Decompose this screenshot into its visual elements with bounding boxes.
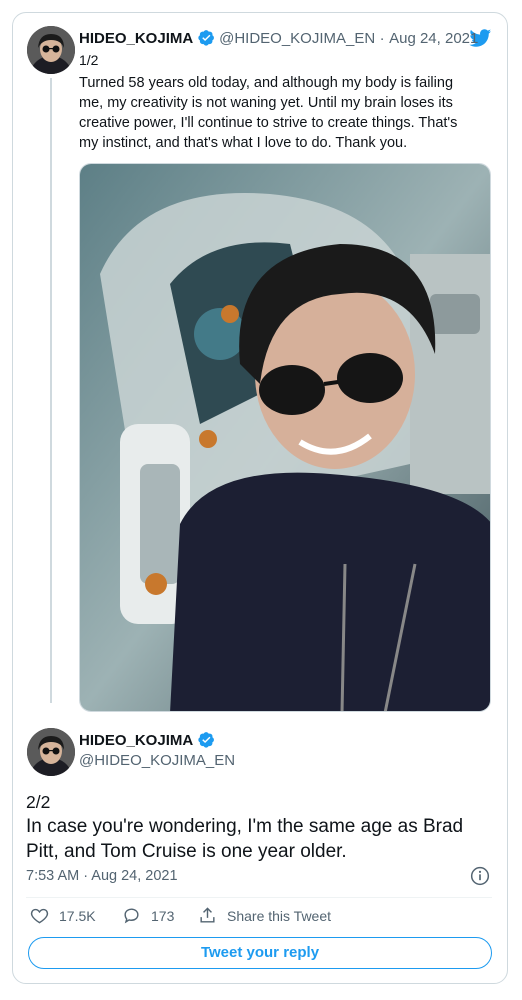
share-label: Share this Tweet xyxy=(227,907,332,924)
separator-dot: · xyxy=(379,30,385,47)
like-button[interactable]: 17.5K xyxy=(30,906,96,925)
thread-index: 1/2 xyxy=(79,52,99,68)
share-button[interactable]: Share this Tweet xyxy=(198,906,331,925)
reply-button[interactable]: 173 xyxy=(122,906,174,925)
display-name[interactable]: HIDEO_KOJIMA xyxy=(79,732,193,749)
reply-bubble-icon xyxy=(124,908,139,924)
like-count: 17.5K xyxy=(59,907,96,924)
thread-line xyxy=(50,78,52,703)
verified-badge-icon xyxy=(197,30,214,46)
tweet-text: In case you're wondering, I'm the same a… xyxy=(26,816,464,862)
divider xyxy=(26,897,492,898)
heart-icon xyxy=(30,908,49,924)
tweet1-header: HIDEO_KOJIMA @HIDEO_KOJIMA_EN · Aug 24, … xyxy=(79,29,478,48)
tweet-timestamp[interactable]: 7:53 AM · Aug 24, 2021 xyxy=(26,868,178,884)
avatar[interactable] xyxy=(27,26,75,74)
reply-count: 173 xyxy=(151,907,175,924)
tweet-your-reply-button[interactable]: Tweet your reply xyxy=(28,937,492,969)
display-name[interactable]: HIDEO_KOJIMA xyxy=(79,30,193,47)
share-icon xyxy=(200,907,215,923)
info-icon[interactable] xyxy=(470,866,490,886)
avatar[interactable] xyxy=(27,728,75,776)
tweet-text: Turned 58 years old today, and although … xyxy=(79,75,458,151)
user-handle[interactable]: @HIDEO_KOJIMA_EN xyxy=(79,752,235,769)
tweet-photo[interactable] xyxy=(79,163,491,712)
verified-badge-icon xyxy=(197,732,214,748)
tweet2-name-row: HIDEO_KOJIMA xyxy=(79,731,215,750)
thread-index: 2/2 xyxy=(26,792,51,812)
tweet-date[interactable]: Aug 24, 2021 xyxy=(389,30,478,47)
user-handle[interactable]: @HIDEO_KOJIMA_EN xyxy=(219,30,375,47)
